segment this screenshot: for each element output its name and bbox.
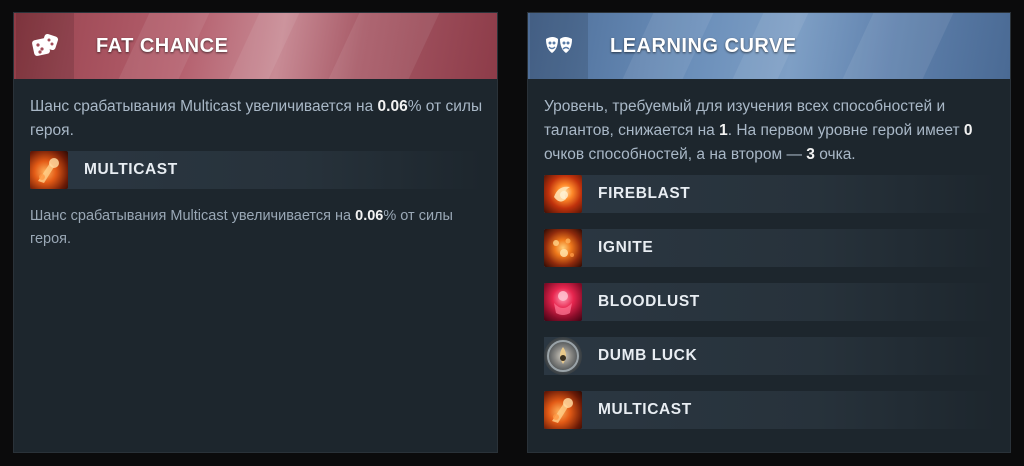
bloodlust-icon [544, 283, 582, 321]
fireblast-icon [544, 175, 582, 213]
dice-icon [16, 13, 74, 79]
card-title: LEARNING CURVE [610, 34, 797, 57]
ability-row-fireblast[interactable]: FIREBLAST [544, 175, 996, 213]
multicast-icon [30, 151, 68, 189]
ability-description: Шанс срабатывания Multicast увеличиваетс… [30, 208, 453, 247]
ability-name: MULTICAST [598, 401, 692, 418]
masks-icon [530, 13, 588, 79]
ability-name: MULTICAST [84, 161, 178, 178]
ability-row-multicast[interactable]: MULTICAST [30, 151, 483, 189]
dumb-luck-icon [544, 337, 582, 375]
ability-name: DUMB LUCK [598, 347, 698, 364]
learning-curve-card: LEARNING CURVE Уровень, требуемый для из… [527, 12, 1011, 453]
ability-row-dumb-luck[interactable]: DUMB LUCK [544, 337, 996, 375]
ability-list: FIREBLAST IGNITE BLOODLUST DUMB LUCK MUL… [528, 175, 1010, 429]
learning-curve-banner: LEARNING CURVE [528, 13, 1010, 79]
fat-chance-card: FAT CHANCE Шанс срабатывания Multicast у… [13, 12, 498, 453]
ability-row-bloodlust[interactable]: BLOODLUST [544, 283, 996, 321]
ability-row-ignite[interactable]: IGNITE [544, 229, 996, 267]
fat-chance-banner: FAT CHANCE [14, 13, 497, 79]
card-title: FAT CHANCE [96, 34, 229, 57]
multicast-icon [544, 391, 582, 429]
ability-name: FIREBLAST [598, 185, 691, 202]
card-description: Шанс срабатывания Multicast увеличиваетс… [30, 98, 483, 139]
ability-name: IGNITE [598, 239, 654, 256]
card-description: Уровень, требуемый для изучения всех спо… [544, 98, 973, 163]
ignite-icon [544, 229, 582, 267]
ability-row-multicast[interactable]: MULTICAST [544, 391, 996, 429]
ability-name: BLOODLUST [598, 293, 700, 310]
